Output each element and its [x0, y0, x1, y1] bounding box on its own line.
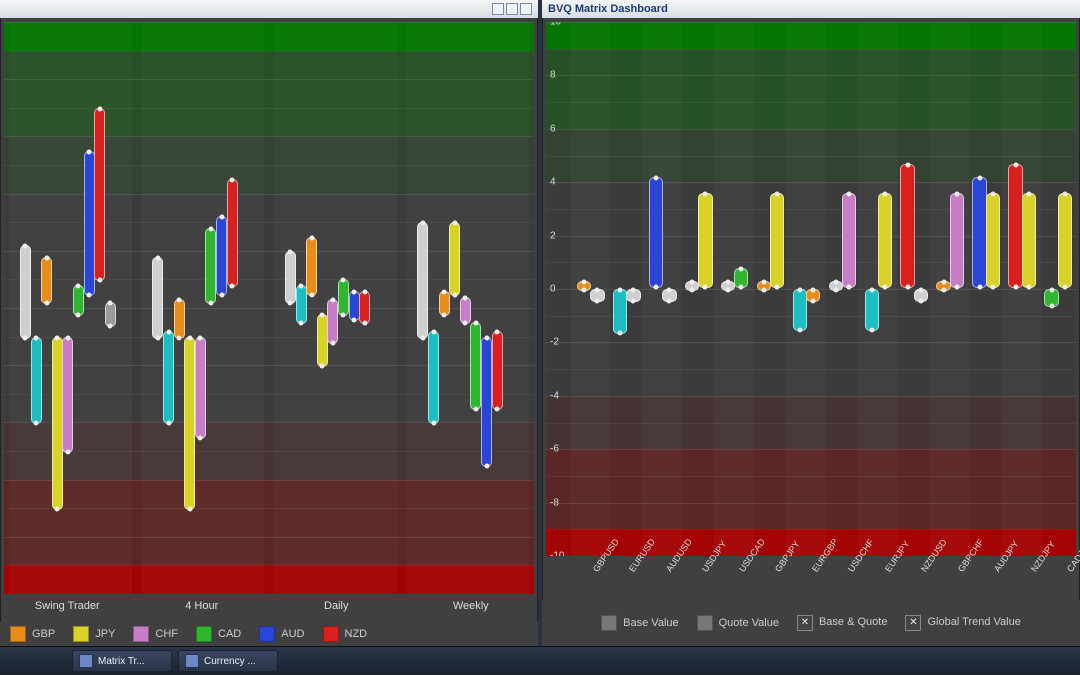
bar	[842, 193, 857, 288]
minimize-icon[interactable]	[492, 3, 504, 15]
bar	[439, 291, 450, 316]
bar	[1044, 289, 1059, 307]
taskbar-button[interactable]: Currency ...	[178, 650, 278, 672]
x-label: 4 Hour	[185, 600, 218, 612]
bar	[52, 337, 63, 511]
window-buttons	[492, 3, 532, 15]
taskbar: Matrix Tr... Currency ...	[0, 646, 1080, 675]
bar	[184, 337, 195, 511]
bar	[338, 279, 349, 315]
bar	[94, 108, 105, 282]
bar	[649, 177, 664, 288]
checkbox-icon[interactable]: ✕	[905, 615, 921, 631]
bar	[31, 337, 42, 425]
bar	[349, 291, 360, 322]
bar	[793, 289, 808, 331]
bar	[41, 257, 52, 305]
bar	[205, 228, 216, 304]
legend-item[interactable]: Quote Value	[697, 615, 779, 631]
bar	[972, 177, 987, 288]
bar	[285, 251, 296, 304]
legend-item[interactable]: GBP	[10, 626, 55, 642]
right-legend: Base Value Quote Value ✕Base & Quote ✕Globa…	[542, 600, 1080, 646]
bar	[174, 299, 185, 338]
bar	[698, 193, 713, 288]
legend-item[interactable]: Base Value	[601, 615, 678, 631]
left-x-axis: Swing Trader 4 Hour Daily Weekly GBP JPY CHF C…	[0, 598, 538, 646]
left-titlebar[interactable]	[0, 0, 538, 18]
legend-item[interactable]: CAD	[196, 626, 241, 642]
bar	[865, 289, 880, 331]
bar	[878, 193, 893, 288]
chart-icon	[185, 654, 199, 668]
bar	[428, 331, 439, 425]
bar	[900, 164, 915, 289]
bar	[327, 299, 338, 344]
x-label: Swing Trader	[35, 600, 100, 612]
bar	[481, 337, 492, 468]
panels-row: Swing Trader 4 Hour Daily Weekly GBP JPY CHF C…	[0, 0, 1080, 646]
bar	[20, 245, 31, 339]
bar	[163, 331, 174, 425]
bar	[317, 314, 328, 367]
legend-item[interactable]: CHF	[133, 626, 178, 642]
screen: Swing Trader4 HourDailyWeekly GBPJPYCHFC…	[0, 0, 1080, 675]
right-chart: 1086420-2-4-6-8-10	[546, 22, 1076, 556]
bar	[626, 289, 641, 302]
bar	[914, 289, 929, 302]
bar	[1008, 164, 1023, 289]
bar	[986, 193, 1001, 288]
left-panel: Swing Trader 4 Hour Daily Weekly GBP JPY CHF C…	[0, 0, 538, 646]
close-icon[interactable]	[520, 3, 532, 15]
legend-item[interactable]: ✕Base & Quote	[797, 615, 888, 631]
bar	[216, 216, 227, 295]
bar	[1022, 193, 1037, 288]
checkbox-icon[interactable]: ✕	[797, 615, 813, 631]
bar	[950, 193, 965, 288]
bar	[105, 302, 116, 327]
bar	[770, 193, 785, 288]
bar	[296, 285, 307, 324]
bar	[62, 337, 73, 453]
legend-item[interactable]: JPY	[73, 626, 115, 642]
legend-item[interactable]: AUD	[259, 626, 304, 642]
legend-item[interactable]: NZD	[323, 626, 368, 642]
bar	[359, 291, 370, 324]
chart-icon	[79, 654, 93, 668]
bar	[84, 151, 95, 296]
taskbar-button[interactable]: Matrix Tr...	[72, 650, 172, 672]
x-label: Weekly	[453, 600, 489, 612]
bar	[449, 222, 460, 296]
bar	[662, 289, 677, 302]
bar	[73, 285, 84, 316]
bar	[806, 289, 821, 302]
bar	[306, 237, 317, 296]
bar	[734, 268, 749, 289]
bar	[577, 281, 592, 291]
right-panel: BVQ Matrix Dashboard 1086420-2-4-6-8-10 …	[542, 0, 1080, 646]
bar	[492, 331, 503, 410]
bar	[417, 222, 428, 338]
bar	[829, 281, 844, 291]
bar	[1058, 193, 1073, 288]
bar	[152, 257, 163, 339]
right-title: BVQ Matrix Dashboard	[548, 3, 668, 15]
x-label: Daily	[324, 600, 348, 612]
bar	[590, 289, 605, 302]
left-legend: GBP JPY CHF CAD AUD NZD	[0, 622, 538, 646]
bar	[460, 297, 471, 325]
bar	[470, 322, 481, 410]
bar	[195, 337, 206, 439]
maximize-icon[interactable]	[506, 3, 518, 15]
legend-item[interactable]: ✕Global Trend Value	[905, 615, 1020, 631]
left-chart	[4, 22, 534, 594]
bar	[936, 281, 951, 291]
bar	[227, 179, 238, 287]
right-titlebar[interactable]: BVQ Matrix Dashboard	[542, 0, 1080, 18]
right-x-axis: GBPUSDEURUSDAUDUSDUSDJPYUSDCADGBPJPYEURG…	[542, 560, 1080, 600]
